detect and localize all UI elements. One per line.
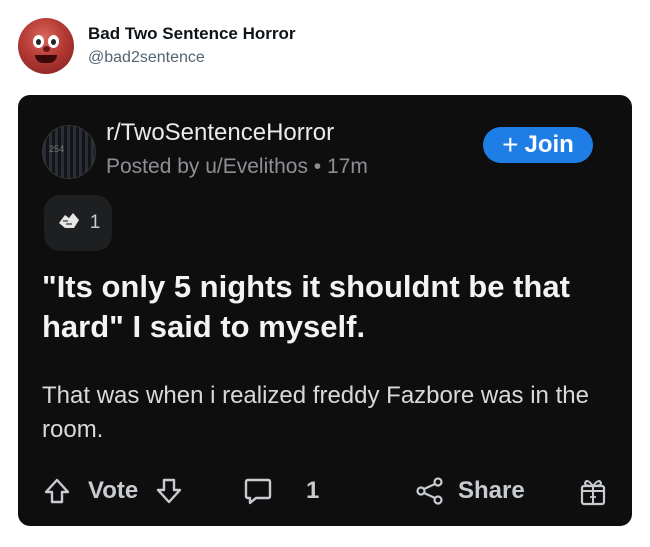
join-label: Join: [524, 131, 574, 158]
display-name[interactable]: Bad Two Sentence Horror: [88, 24, 296, 44]
share-label[interactable]: Share: [458, 471, 525, 511]
plus-icon: +: [502, 129, 519, 160]
award-badge[interactable]: 1: [44, 195, 112, 251]
subreddit-icon: 254: [42, 125, 96, 179]
gift-icon[interactable]: [578, 471, 608, 511]
share-icon[interactable]: [414, 471, 446, 511]
comment-count: 1: [306, 477, 320, 504]
award-icon: [56, 209, 82, 237]
reddit-post-screenshot: 254 r/TwoSentenceHorror Posted by u/Evel…: [18, 95, 632, 526]
posted-by: Posted by u/Evelithos • 17m: [106, 155, 368, 178]
up-arrow-icon[interactable]: [42, 471, 72, 511]
author-names: Bad Two Sentence Horror @bad2sentence: [88, 24, 296, 68]
award-count: 1: [89, 212, 101, 233]
subreddit-name: r/TwoSentenceHorror: [106, 119, 335, 146]
down-arrow-icon[interactable]: [154, 471, 184, 511]
post-body: That was when i realized freddy Fazbore …: [42, 382, 589, 443]
post-title: "Its only 5 nights it shouldnt be that h…: [42, 269, 570, 344]
comment-icon[interactable]: [242, 471, 274, 511]
vote-label: Vote: [88, 477, 139, 504]
user-handle[interactable]: @bad2sentence: [88, 48, 296, 68]
tweet-header: Bad Two Sentence Horror @bad2sentence: [18, 18, 296, 74]
join-button[interactable]: + Join: [483, 127, 593, 163]
avatar[interactable]: [18, 18, 74, 74]
action-bar: Vote 1 Share: [42, 471, 612, 511]
